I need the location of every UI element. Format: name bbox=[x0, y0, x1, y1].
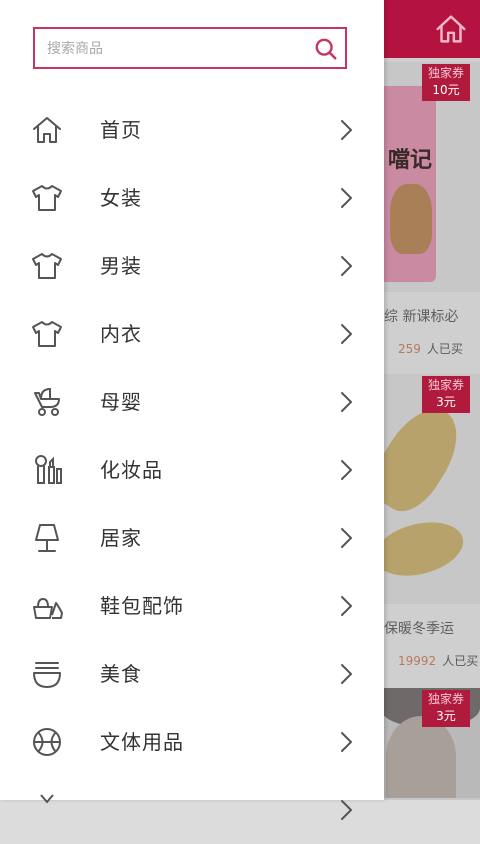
menu-item-home-living[interactable]: 居家 bbox=[0, 504, 384, 572]
lamp-icon bbox=[30, 521, 64, 555]
chevron-right-icon bbox=[336, 798, 356, 822]
coupon-badge: 独家券 10元 bbox=[422, 64, 470, 101]
menu-item-label: 美食 bbox=[100, 662, 142, 686]
book-illustration: 噹记 bbox=[384, 86, 436, 282]
partial-icon bbox=[30, 793, 64, 827]
category-menu: 首页 女装 男装 内衣 母婴 化妆品 居家 鞋包配饰 美食 文体用品 bbox=[0, 96, 384, 844]
bag-shoe-icon bbox=[30, 589, 64, 623]
cosmetics-icon bbox=[30, 453, 64, 487]
chevron-right-icon bbox=[336, 186, 356, 210]
chevron-right-icon bbox=[336, 526, 356, 550]
menu-item-food[interactable]: 美食 bbox=[0, 640, 384, 708]
book-title: 噹记 bbox=[388, 148, 433, 173]
coupon-badge: 独家券 3元 bbox=[422, 690, 470, 727]
chevron-right-icon bbox=[336, 458, 356, 482]
search-box bbox=[33, 27, 347, 69]
coupon-label: 独家券 bbox=[427, 66, 464, 80]
sales-suffix: 人已买 bbox=[442, 654, 479, 668]
sales-count: 259 人已买 bbox=[398, 340, 463, 357]
tshirt-icon bbox=[30, 317, 64, 351]
home-button[interactable] bbox=[430, 8, 472, 50]
category-drawer: 首页 女装 男装 内衣 bbox=[0, 0, 384, 820]
chevron-right-icon bbox=[336, 390, 356, 414]
sales-number: 19992 bbox=[398, 654, 437, 668]
chevron-right-icon bbox=[336, 730, 356, 754]
home-icon bbox=[436, 15, 466, 43]
menu-item-home[interactable]: 首页 bbox=[0, 96, 384, 164]
stroller-icon bbox=[30, 385, 64, 419]
tshirt-icon bbox=[30, 249, 64, 283]
coupon-label: 独家券 bbox=[427, 692, 464, 706]
menu-item-label: 文体用品 bbox=[100, 730, 184, 754]
menu-item-label: 化妆品 bbox=[100, 458, 163, 482]
menu-item-label: 男装 bbox=[100, 254, 142, 278]
sales-count: 19992 人已买 bbox=[398, 652, 478, 669]
tshirt-icon bbox=[30, 181, 64, 215]
menu-item-shoes-bags[interactable]: 鞋包配饰 bbox=[0, 572, 384, 640]
search-icon bbox=[315, 38, 337, 60]
fox-illustration bbox=[390, 184, 432, 254]
product-title: 保暖冬季运 bbox=[384, 621, 454, 637]
home-icon bbox=[30, 113, 64, 147]
sales-number: 259 bbox=[398, 342, 421, 356]
search-input[interactable] bbox=[45, 29, 299, 69]
coupon-value: 3元 bbox=[436, 395, 456, 409]
menu-item-label: 鞋包配饰 bbox=[100, 594, 184, 618]
chevron-right-icon bbox=[336, 662, 356, 686]
search-button[interactable] bbox=[313, 36, 339, 62]
chevron-right-icon bbox=[336, 594, 356, 618]
menu-item-label: 内衣 bbox=[100, 322, 142, 346]
face-shape bbox=[386, 716, 456, 798]
menu-item-label: 居家 bbox=[100, 526, 142, 550]
menu-item-label: 母婴 bbox=[100, 390, 142, 414]
insole-illustration bbox=[380, 513, 469, 585]
food-bowl-icon bbox=[30, 657, 64, 691]
basketball-icon bbox=[30, 725, 64, 759]
chevron-right-icon bbox=[336, 254, 356, 278]
chevron-right-icon bbox=[336, 322, 356, 346]
menu-item-womens-clothing[interactable]: 女装 bbox=[0, 164, 384, 232]
menu-item-stationery-sports[interactable]: 文体用品 bbox=[0, 708, 384, 776]
product-title: 综 新课标必 bbox=[384, 309, 459, 325]
chevron-right-icon bbox=[336, 118, 356, 142]
menu-item-label: 女装 bbox=[100, 186, 142, 210]
coupon-badge: 独家券 3元 bbox=[422, 376, 470, 413]
menu-item-mother-baby[interactable]: 母婴 bbox=[0, 368, 384, 436]
menu-item-cosmetics[interactable]: 化妆品 bbox=[0, 436, 384, 504]
menu-item-underwear[interactable]: 内衣 bbox=[0, 300, 384, 368]
menu-item-partial[interactable] bbox=[0, 776, 384, 844]
menu-item-mens-clothing[interactable]: 男装 bbox=[0, 232, 384, 300]
menu-item-label: 首页 bbox=[100, 118, 142, 142]
insole-illustration bbox=[380, 395, 473, 523]
coupon-label: 独家券 bbox=[427, 378, 464, 392]
coupon-value: 3元 bbox=[436, 709, 456, 723]
sales-suffix: 人已买 bbox=[426, 342, 463, 356]
coupon-value: 10元 bbox=[432, 83, 460, 97]
